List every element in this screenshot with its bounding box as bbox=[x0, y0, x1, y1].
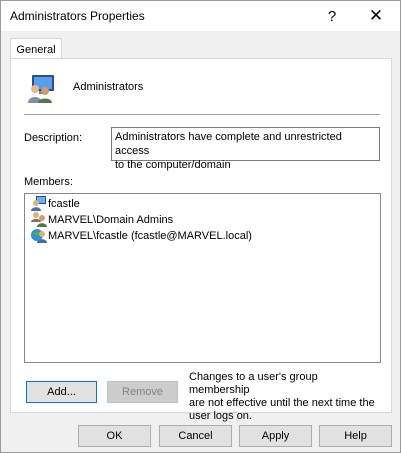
note-line-2: are not effective until the next time th… bbox=[189, 397, 375, 409]
properties-dialog: Administrators Properties ? ✕ General Ad… bbox=[0, 0, 401, 453]
description-line-2: to the computer/domain bbox=[115, 159, 231, 171]
group-name: Administrators bbox=[73, 81, 144, 93]
members-list[interactable]: fcastle MARVEL\Domain Admins MARVEL\fcas… bbox=[24, 193, 381, 363]
member-name: MARVEL\Domain Admins bbox=[48, 214, 174, 226]
add-button[interactable]: Add... bbox=[26, 381, 97, 403]
domain-user-icon bbox=[31, 227, 48, 246]
membership-note: Changes to a user's group membership are… bbox=[189, 371, 379, 423]
separator bbox=[24, 114, 380, 115]
member-name: fcastle bbox=[48, 198, 80, 210]
list-item[interactable]: MARVEL\fcastle (fcastle@MARVEL.local) bbox=[31, 228, 252, 244]
window-title: Administrators Properties bbox=[10, 9, 145, 23]
note-line-1: Changes to a user's group membership bbox=[189, 371, 318, 396]
list-item[interactable]: MARVEL\Domain Admins bbox=[31, 211, 174, 228]
description-label: Description: bbox=[24, 132, 83, 144]
tab-general[interactable]: General bbox=[10, 38, 62, 60]
help-button[interactable]: Help bbox=[319, 425, 392, 447]
members-label: Members: bbox=[24, 176, 73, 188]
apply-button[interactable]: Apply bbox=[239, 425, 312, 447]
title-bar: Administrators Properties ? ✕ bbox=[1, 1, 400, 31]
description-line-1: Administrators have complete and unrestr… bbox=[115, 131, 342, 157]
description-field[interactable]: Administrators have complete and unrestr… bbox=[111, 127, 380, 171]
group-icon bbox=[25, 72, 57, 104]
member-name: MARVEL\fcastle (fcastle@MARVEL.local) bbox=[48, 230, 252, 242]
help-title-button[interactable]: ? bbox=[314, 1, 350, 31]
remove-button[interactable]: Remove bbox=[107, 381, 178, 403]
ok-button[interactable]: OK bbox=[78, 425, 151, 447]
close-button[interactable]: ✕ bbox=[358, 1, 394, 31]
note-line-3: user logs on. bbox=[189, 410, 252, 422]
cancel-button[interactable]: Cancel bbox=[159, 425, 232, 447]
